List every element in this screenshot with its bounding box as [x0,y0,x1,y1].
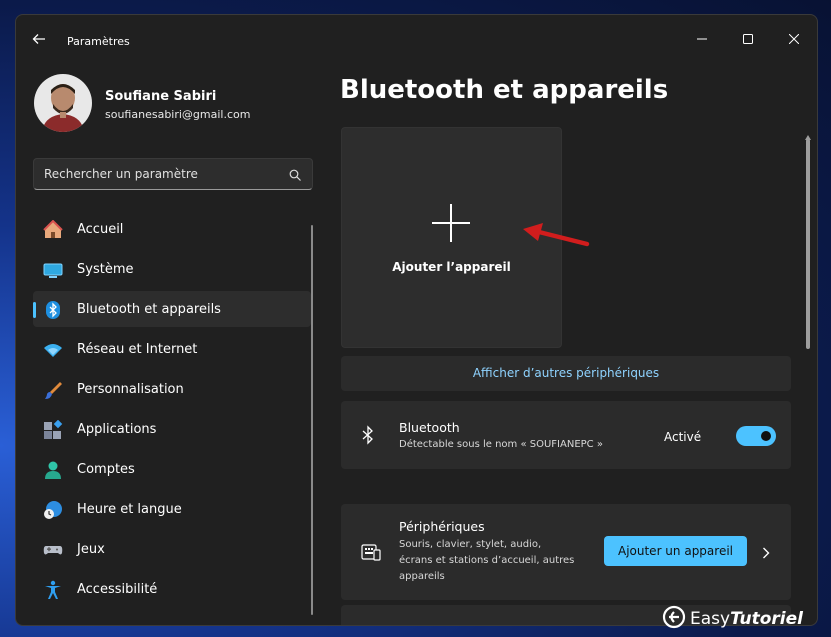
sidebar-item-reseau[interactable]: Réseau et Internet [33,331,311,367]
sidebar-item-accueil[interactable]: Accueil [33,211,311,247]
bluetooth-icon [43,300,61,319]
search-box[interactable]: Rechercher un paramètre [33,158,313,190]
sidebar-item-label: Comptes [77,462,135,477]
peripherals-card[interactable]: Périphériques Souris, clavier, stylet, a… [341,504,791,600]
settings-window: Paramètres Soufiane Sabiri soufianesabir… [15,14,818,626]
maximize-button[interactable] [725,25,771,53]
peripherals-description-line-2: écrans et stations d’accueil, autres [399,555,575,566]
clock-globe-icon [43,500,62,519]
sidebar-item-label: Bluetooth et appareils [77,302,221,317]
toggle-knob [761,431,771,441]
show-more-devices[interactable]: Afficher d’autres périphériques [341,356,791,391]
sidebar-item-label: Accessibilité [77,582,158,597]
scroll-thumb[interactable] [806,139,810,349]
brush-icon [43,380,62,399]
watermark-suffix: Tutoriel [730,609,803,629]
peripherals-title: Périphériques [399,519,485,534]
close-button[interactable] [771,25,817,53]
sidebar-item-personnalisation[interactable]: Personnalisation [33,371,311,407]
sidebar-item-heure[interactable]: Heure et langue [33,491,311,527]
avatar[interactable] [34,74,92,132]
bluetooth-status: Activé [664,430,702,444]
page-title: Bluetooth et appareils [340,75,669,105]
sidebar-scrollbar[interactable] [311,225,313,615]
apps-icon [43,419,63,439]
peripherals-description-line-3: appareils [399,571,445,582]
bluetooth-symbol-icon [361,425,375,449]
sidebar-item-jeux[interactable]: Jeux [33,531,311,567]
person-icon [43,460,61,479]
sidebar-item-label: Réseau et Internet [77,342,198,357]
back-arrow-icon[interactable] [32,31,48,47]
sidebar-item-comptes[interactable]: Comptes [33,451,311,487]
plus-icon [430,202,472,248]
home-icon [43,219,63,238]
watermark-prefix: Easy [690,609,731,629]
easytutoriel-logo-icon [662,605,686,633]
sidebar-item-label: Heure et langue [77,502,182,517]
watermark-logo: EasyTutoriel [662,605,803,633]
gamepad-icon [43,540,63,558]
sidebar-item-label: Jeux [77,542,105,557]
chevron-right-icon[interactable] [762,544,770,563]
sidebar-item-accessibilite[interactable]: Accessibilité [33,571,311,607]
add-device-button[interactable]: Ajouter un appareil [604,536,747,566]
bluetooth-card: Bluetooth Détectable sous le nom « SOUFI… [341,401,791,469]
system-icon [43,260,63,278]
bluetooth-toggle[interactable] [736,426,776,446]
sidebar-item-label: Accueil [77,222,124,237]
accessibility-icon [43,580,61,599]
sidebar-item-applications[interactable]: Applications [33,411,311,447]
red-arrow-annotation-icon [521,222,591,256]
sidebar-item-label: Système [77,262,134,277]
bluetooth-title: Bluetooth [399,420,460,435]
search-icon[interactable] [289,167,302,186]
sidebar-item-systeme[interactable]: Système [33,251,311,287]
title-bar: Paramètres [16,15,817,55]
show-more-link[interactable]: Afficher d’autres périphériques [341,366,791,380]
sidebar-nav: Accueil Système Bluetooth et appareils R… [33,211,311,611]
bluetooth-subtitle: Détectable sous le nom « SOUFIANEPC » [399,439,603,450]
user-email: soufianesabiri@gmail.com [105,108,251,121]
user-name: Soufiane Sabiri [105,89,217,104]
wifi-icon [43,340,62,358]
window-title: Paramètres [67,35,130,48]
search-input[interactable]: Rechercher un paramètre [44,167,198,181]
main-scrollbar[interactable] [802,121,814,621]
sidebar-item-label: Applications [77,422,157,437]
keyboard-printer-icon [361,542,381,566]
sidebar-item-label: Personnalisation [77,382,184,397]
watermark-text: EasyTutoriel [690,609,803,629]
minimize-button[interactable] [679,25,725,53]
add-device-label: Ajouter l’appareil [392,260,511,274]
sidebar-item-bluetooth[interactable]: Bluetooth et appareils [33,291,311,327]
peripherals-description-line-1: Souris, clavier, stylet, audio, [399,539,542,550]
